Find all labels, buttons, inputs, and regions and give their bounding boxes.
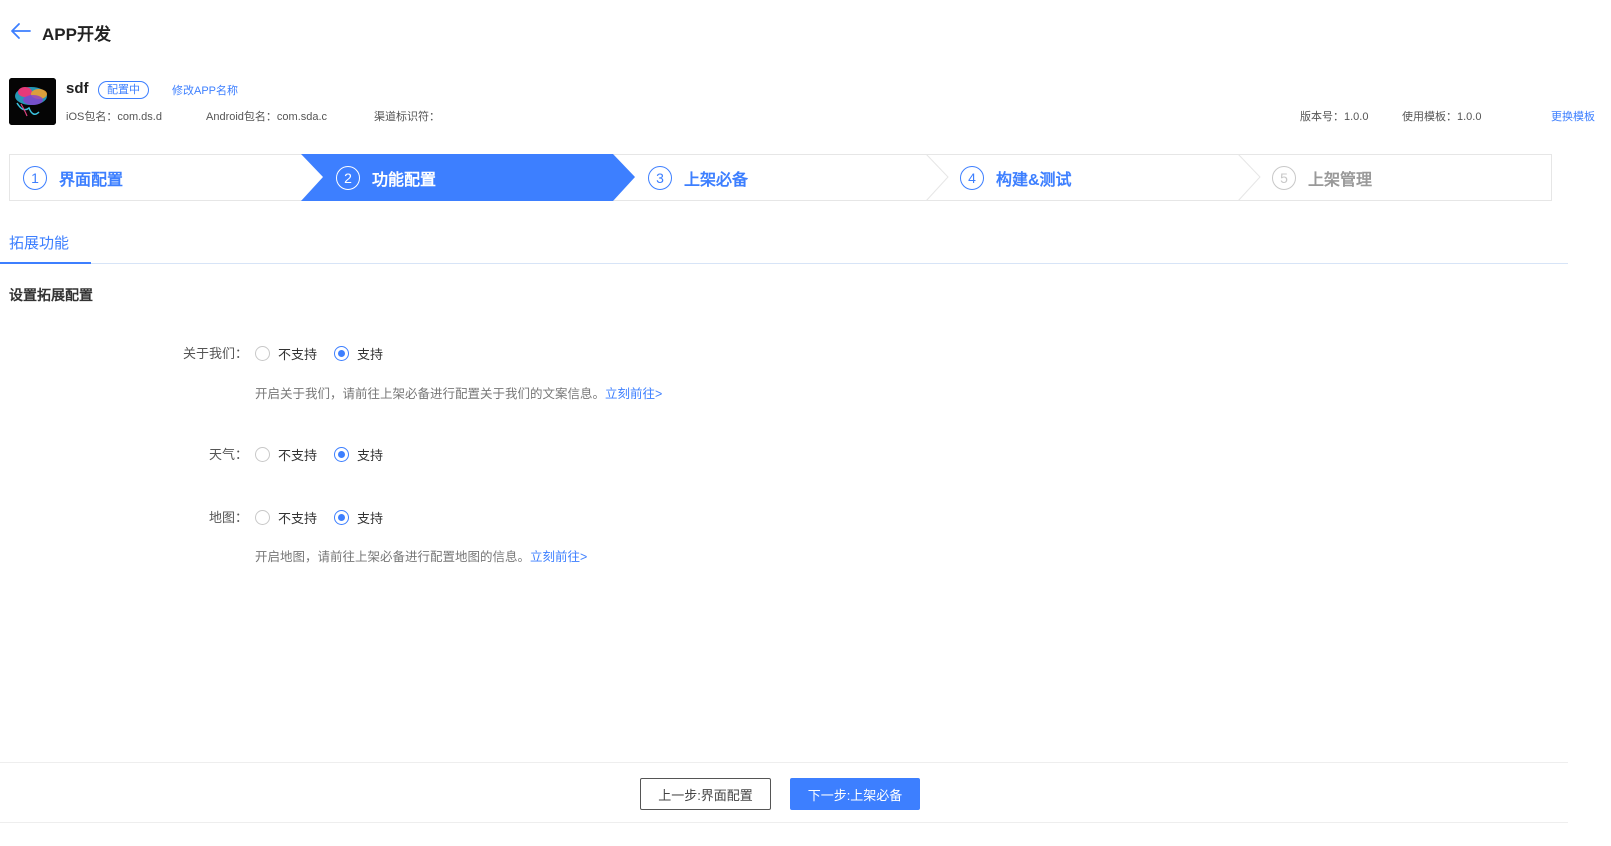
feature-label: 关于我们： — [182, 346, 248, 361]
page-title: APP开发 — [42, 25, 111, 44]
step-number: 4 — [960, 165, 984, 190]
rename-app-link[interactable]: 修改APP名称 — [172, 82, 238, 98]
step-label: 构建&测试 — [996, 171, 1072, 189]
step-label: 功能配置 — [372, 171, 437, 189]
tab-extended-features[interactable]: 拓展功能 — [0, 220, 91, 264]
about-us-go-link[interactable]: 立刻前往> — [605, 387, 662, 401]
about-us-no-radio[interactable]: 不支持 — [255, 344, 317, 363]
feature-label: 地图： — [208, 510, 248, 525]
feature-row-map: 地图： 不支持 支持 — [0, 507, 900, 527]
change-template-link[interactable]: 更换模板 — [1551, 108, 1595, 124]
radio-circle-icon — [255, 346, 270, 361]
step-number: 5 — [1272, 165, 1296, 190]
step-2-feature-config[interactable]: 2 功能配置 — [336, 155, 436, 200]
page-header: APP开发 — [0, 0, 1611, 64]
step-label: 上架管理 — [1308, 171, 1373, 189]
step-1-ui-config[interactable]: 1 界面配置 — [23, 155, 123, 200]
map-hint: 开启地图，请前往上架必备进行配置地图的信息。立刻前往> — [255, 546, 587, 565]
radio-label: 不支持 — [278, 448, 318, 463]
feature-label: 天气： — [208, 447, 248, 462]
footer-action-bar: 上一步:界面配置 下一步:上架必备 — [0, 762, 1568, 823]
step-label: 界面配置 — [59, 171, 124, 189]
android-package: Android包名：com.sda.c — [206, 111, 328, 123]
back-arrow-icon[interactable] — [10, 22, 32, 40]
channel-id: 渠道标识符： — [374, 111, 440, 123]
about-us-hint: 开启关于我们，请前往上架必备进行配置关于我们的文案信息。立刻前往> — [255, 383, 662, 402]
radio-circle-icon — [334, 447, 349, 462]
radio-circle-icon — [255, 447, 270, 462]
hint-text: 开启关于我们，请前往上架必备进行配置关于我们的文案信息。 — [255, 387, 606, 401]
radio-circle-icon — [255, 510, 270, 525]
previous-step-button[interactable]: 上一步:界面配置 — [640, 778, 771, 810]
step-4-build-test[interactable]: 4 构建&测试 — [960, 155, 1072, 200]
version-number: 版本号：1.0.0 — [1300, 111, 1369, 123]
next-step-button[interactable]: 下一步:上架必备 — [790, 778, 920, 810]
radio-circle-icon — [334, 346, 349, 361]
step-3-release-prep[interactable]: 3 上架必备 — [648, 155, 748, 200]
radio-label: 支持 — [357, 448, 384, 463]
app-info-bar: sdf 配置中 修改APP名称 iOS包名：com.ds.d Android包名… — [0, 76, 1611, 132]
feature-row-weather: 天气： 不支持 支持 — [0, 444, 900, 464]
weather-no-radio[interactable]: 不支持 — [255, 445, 317, 464]
template-version: 使用模板：1.0.0 — [1402, 111, 1482, 123]
radio-label: 不支持 — [278, 347, 318, 362]
radio-label: 支持 — [357, 347, 384, 362]
map-go-link[interactable]: 立刻前往> — [530, 550, 587, 564]
about-us-yes-radio[interactable]: 支持 — [334, 344, 383, 363]
radio-label: 不支持 — [278, 511, 318, 526]
step-number: 2 — [336, 165, 360, 190]
app-name: sdf — [66, 80, 89, 97]
map-no-radio[interactable]: 不支持 — [255, 508, 317, 527]
app-icon — [9, 78, 56, 125]
weather-yes-radio[interactable]: 支持 — [334, 445, 383, 464]
feature-row-about-us: 关于我们： 不支持 支持 — [0, 343, 900, 363]
step-number: 1 — [23, 165, 47, 190]
tab-bar: 拓展功能 — [0, 220, 1568, 264]
step-5-release-management: 5 上架管理 — [1272, 155, 1372, 200]
section-title: 设置拓展配置 — [9, 287, 93, 303]
map-yes-radio[interactable]: 支持 — [334, 508, 383, 527]
ios-package: iOS包名：com.ds.d — [66, 111, 162, 123]
step-progress-bar: 1 界面配置 2 功能配置 3 上架必备 4 构建&测试 5 上架管理 — [9, 154, 1552, 201]
radio-label: 支持 — [357, 511, 384, 526]
step-number: 3 — [648, 165, 672, 190]
status-badge: 配置中 — [98, 81, 149, 99]
radio-circle-icon — [334, 510, 349, 525]
hint-text: 开启地图，请前往上架必备进行配置地图的信息。 — [255, 550, 531, 564]
step-label: 上架必备 — [684, 171, 749, 189]
